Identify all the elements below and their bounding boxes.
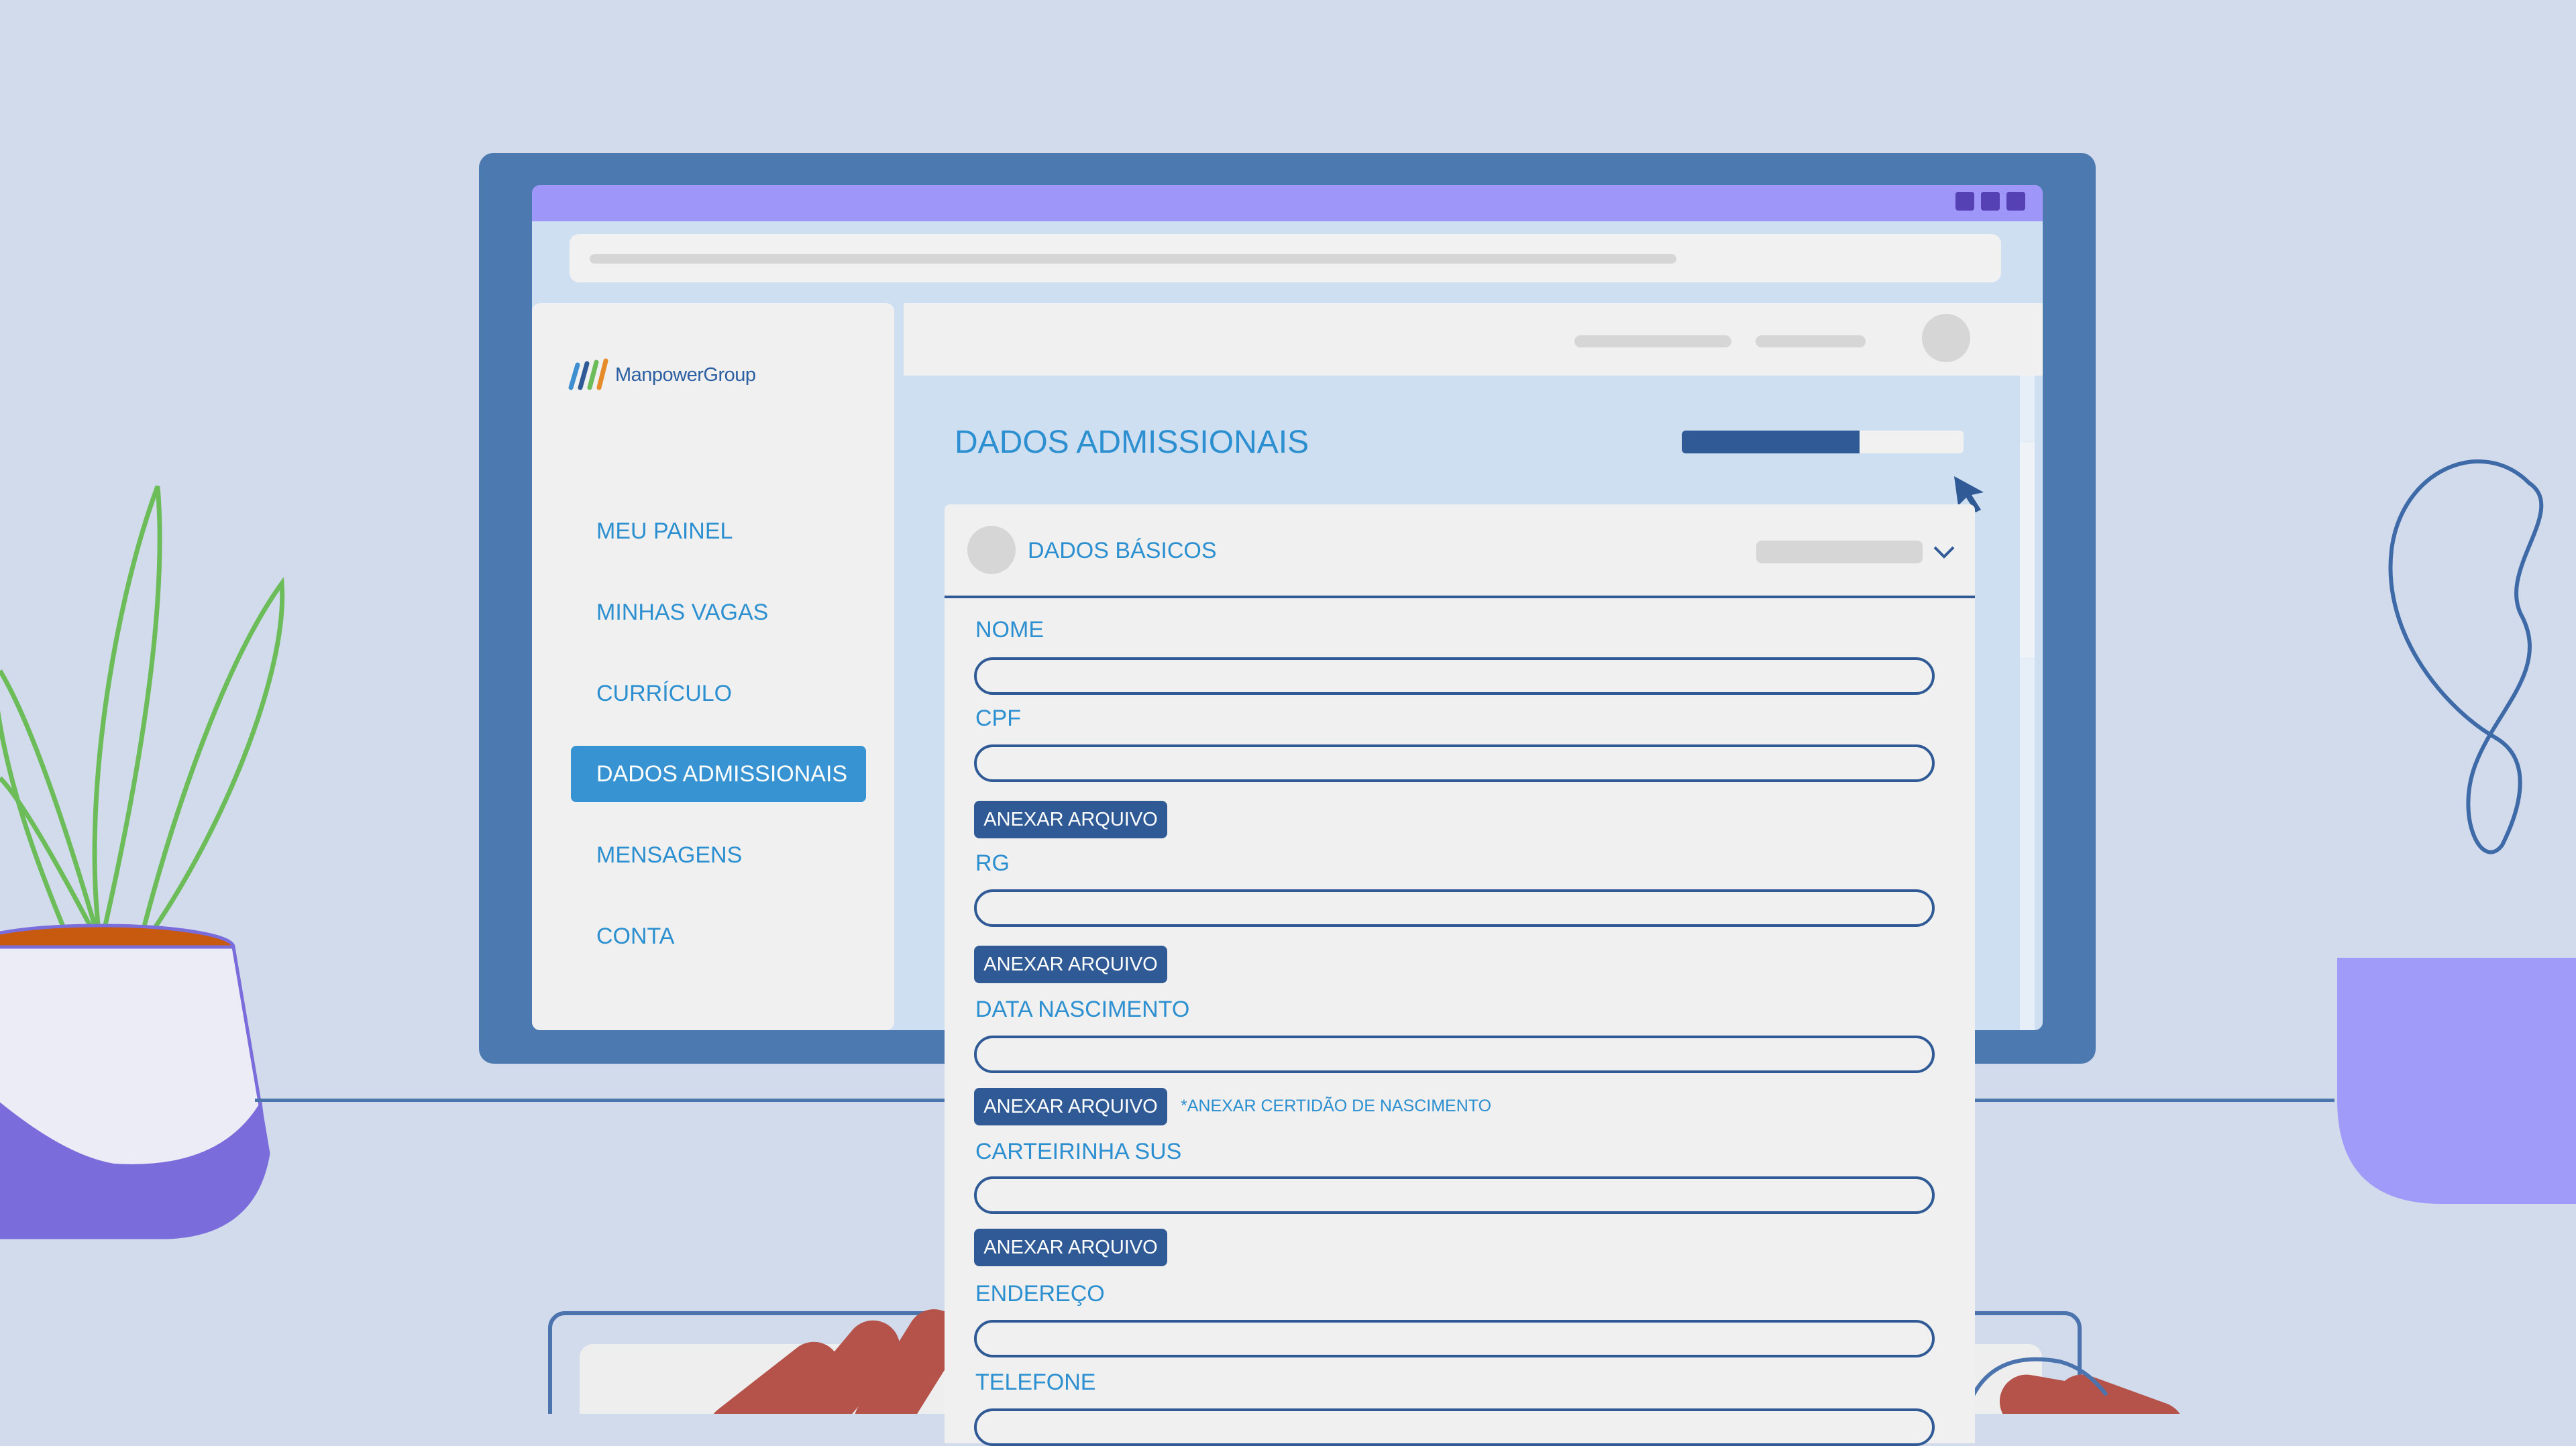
carteirinha-sus-field[interactable] xyxy=(974,1176,1935,1214)
window-titlebar xyxy=(532,185,2043,221)
topbar-link-placeholder[interactable] xyxy=(1574,335,1731,347)
cpf-field[interactable] xyxy=(974,744,1935,782)
sidebar-item-curriculo[interactable]: CURRÍCULO xyxy=(571,665,866,722)
sidebar-item-mensagens[interactable]: MENSAGENS xyxy=(571,827,866,883)
sidebar-item-minhas-vagas[interactable]: MINHAS VAGAS xyxy=(571,584,866,641)
rg-attach-button[interactable]: ANEXAR ARQUIVO xyxy=(974,946,1167,983)
sidebar-item-meu-painel[interactable]: MEU PAINEL xyxy=(571,503,866,559)
cpf-label: CPF xyxy=(975,706,1021,731)
section-icon xyxy=(967,526,1016,574)
topbar-link-placeholder[interactable] xyxy=(1756,335,1866,347)
data-nascimento-field[interactable] xyxy=(974,1036,1935,1073)
squiggle-decoration xyxy=(2388,459,2544,854)
address-placeholder-line xyxy=(590,254,1676,264)
telefone-label: TELEFONE xyxy=(975,1370,1096,1395)
scrollbar-thumb[interactable] xyxy=(2020,443,2035,657)
progress-fill xyxy=(1682,431,1860,453)
nome-label: NOME xyxy=(975,617,1044,643)
manpower-logo-icon xyxy=(568,358,608,390)
form-card: DADOS BÁSICOS NOME CPF ANEXAR ARQUIVO RG… xyxy=(945,504,1975,1446)
rg-label: RG xyxy=(975,850,1010,876)
avatar[interactable] xyxy=(1922,314,1970,362)
progress-bar xyxy=(1682,431,1964,453)
section-title: DADOS BÁSICOS xyxy=(1028,538,1217,563)
sidebar-item-dados-admissionais[interactable]: DADOS ADMISSIONAIS xyxy=(571,746,866,802)
top-bar xyxy=(904,303,2043,376)
telefone-field[interactable] xyxy=(974,1408,1935,1446)
rg-field[interactable] xyxy=(974,889,1935,927)
close-window-icon[interactable] xyxy=(2006,192,2025,211)
carteirinha-sus-label: CARTEIRINHA SUS xyxy=(975,1139,1182,1164)
section-status-placeholder xyxy=(1756,541,1923,563)
carteirinha-sus-attach-button[interactable]: ANEXAR ARQUIVO xyxy=(974,1229,1167,1266)
cpf-attach-button[interactable]: ANEXAR ARQUIVO xyxy=(974,801,1167,838)
sidebar-item-conta[interactable]: CONTA xyxy=(571,908,866,964)
page-title: DADOS ADMISSIONAIS xyxy=(955,425,1309,460)
brand-name: ManpowerGroup xyxy=(615,364,756,386)
chevron-down-icon[interactable] xyxy=(1931,542,1957,562)
data-nascimento-attach-button[interactable]: ANEXAR ARQUIVO xyxy=(974,1088,1167,1125)
data-nascimento-label: DATA NASCIMENTO xyxy=(975,997,1190,1022)
plant-icon xyxy=(0,485,285,1239)
sidebar: ManpowerGroup MEU PAINEL MINHAS VAGAS CU… xyxy=(532,303,894,1030)
endereco-label: ENDEREÇO xyxy=(975,1281,1105,1306)
address-bar[interactable] xyxy=(570,234,2001,282)
brand-logo[interactable]: ManpowerGroup xyxy=(567,358,756,392)
minimize-window-icon[interactable] xyxy=(1955,192,1974,211)
section-header[interactable]: DADOS BÁSICOS xyxy=(945,504,1975,598)
birth-certificate-note: *ANEXAR CERTIDÃO DE NASCIMENTO xyxy=(1181,1097,1492,1115)
cup-icon xyxy=(2337,958,2576,1204)
nome-field[interactable] xyxy=(974,657,1935,695)
maximize-window-icon[interactable] xyxy=(1981,192,2000,211)
endereco-field[interactable] xyxy=(974,1320,1935,1357)
